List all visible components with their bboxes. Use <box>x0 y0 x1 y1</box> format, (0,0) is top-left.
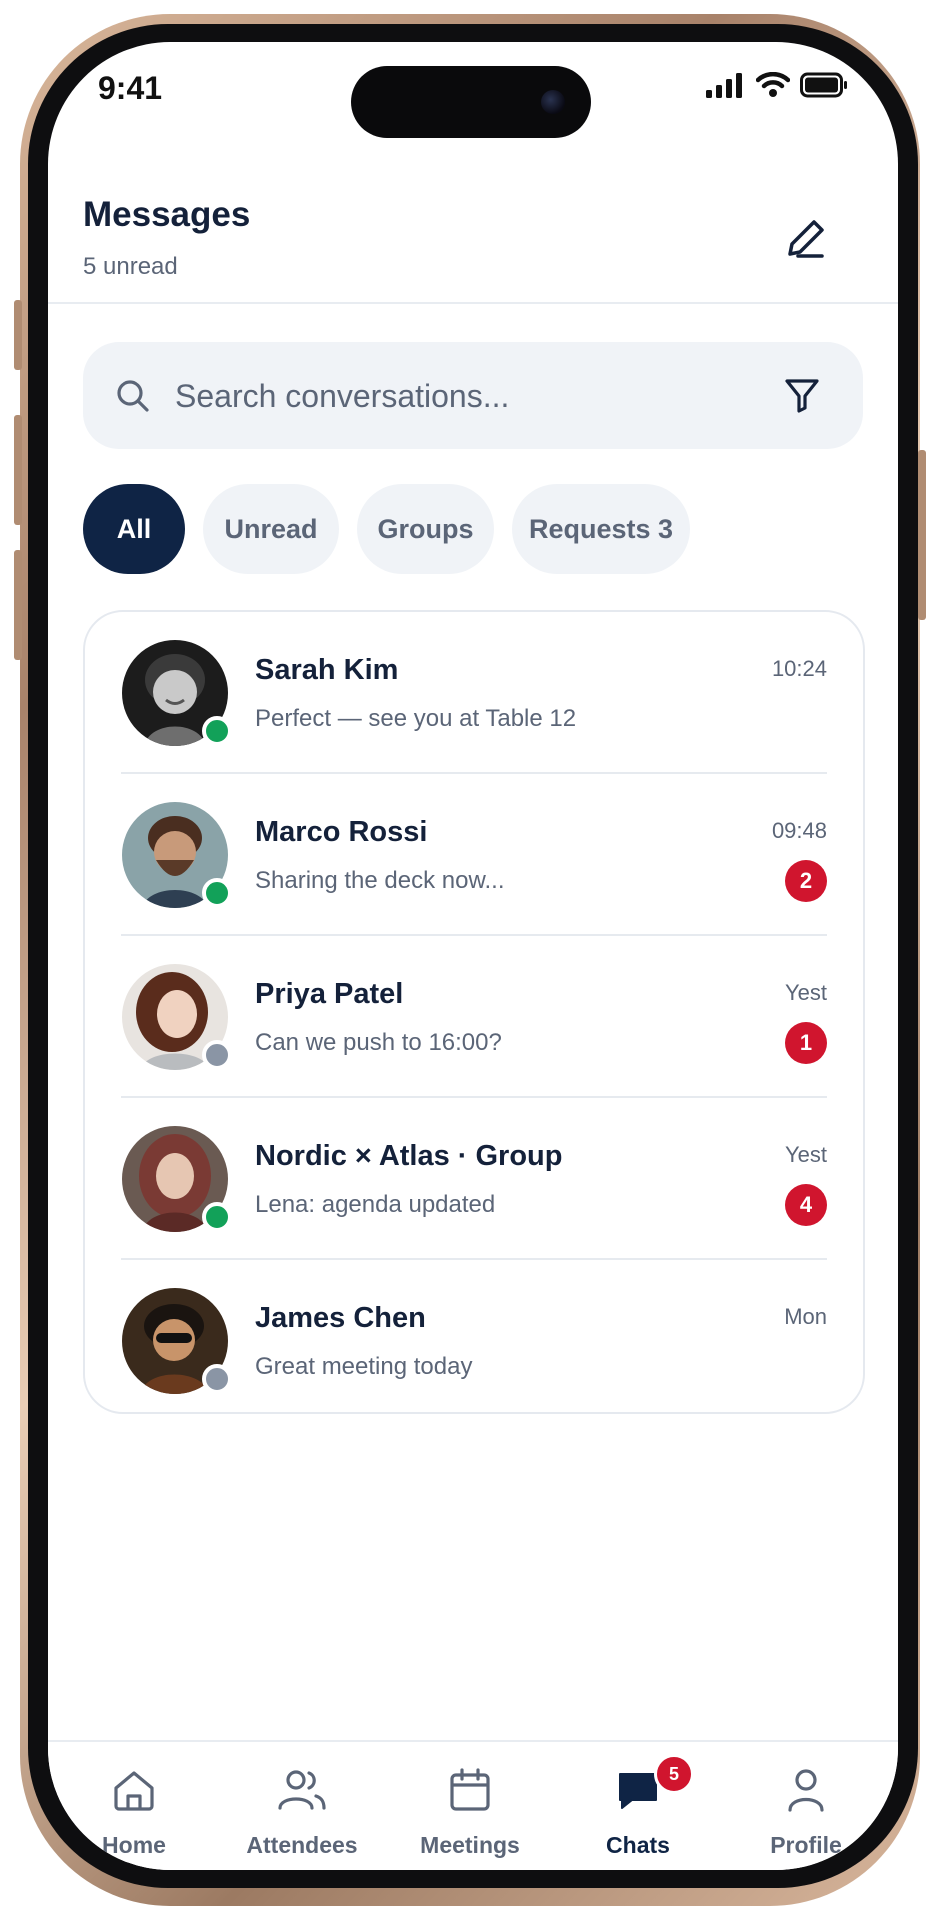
volume-up-button <box>14 415 22 525</box>
conversation-row[interactable]: Priya Patel Can we push to 16:00? Yest 1 <box>85 936 863 1098</box>
offline-indicator <box>202 1040 232 1070</box>
header: Messages 5 unread <box>48 152 898 304</box>
screen: 9:41 Messages 5 unread Search conversati… <box>48 42 898 1870</box>
nav-label: Meetings <box>420 1832 520 1858</box>
message-preview: Sharing the deck now... <box>255 867 505 894</box>
tab-label: All <box>116 513 152 544</box>
conversation-row[interactable]: Sarah Kim Perfect — see you at Table 12 … <box>85 612 863 774</box>
chats-badge: 5 <box>654 1754 694 1794</box>
message-time: 09:48 <box>771 818 827 843</box>
conversation-list: Sarah Kim Perfect — see you at Table 12 … <box>83 610 865 1414</box>
nav-home[interactable]: Home <box>64 1760 204 1860</box>
nav-label: Home <box>102 1832 166 1858</box>
unread-badge: 4 <box>785 1184 827 1226</box>
conversation-row[interactable]: James Chen Great meeting today Mon <box>85 1260 863 1422</box>
message-time: Yest <box>784 1142 827 1167</box>
tab-label: Groups <box>377 513 474 544</box>
unread-badge: 1 <box>785 1022 827 1064</box>
message-preview: Lena: agenda updated <box>255 1191 496 1218</box>
offline-indicator <box>202 1364 232 1394</box>
calendar-icon <box>450 1768 490 1811</box>
message-time: 10:24 <box>771 656 827 681</box>
filter-tabs: All Unread Groups Requests 3 <box>83 484 690 574</box>
person-icon <box>788 1769 824 1812</box>
nav-label: Profile <box>770 1832 842 1858</box>
tab-groups[interactable]: Groups <box>357 484 494 574</box>
tab-all[interactable]: All <box>83 484 185 574</box>
action-button <box>14 300 22 370</box>
status-icons <box>706 72 848 98</box>
wifi-icon <box>756 72 790 97</box>
contact-name: James Chen <box>255 1302 426 1334</box>
message-time: Yest <box>784 980 827 1005</box>
message-preview: Perfect — see you at Table 12 <box>255 705 577 732</box>
tab-unread[interactable]: Unread <box>203 484 339 574</box>
message-preview: Can we push to 16:00? <box>255 1029 502 1056</box>
battery-icon <box>800 72 847 98</box>
contact-name: Sarah Kim <box>255 654 399 686</box>
conversation-row[interactable]: Marco Rossi Sharing the deck now... 09:4… <box>85 774 863 936</box>
unread-count: 5 unread <box>83 253 178 280</box>
online-indicator <box>202 878 232 908</box>
pencil-icon <box>788 220 824 258</box>
message-preview: Great meeting today <box>255 1353 473 1380</box>
tab-label: Unread <box>224 513 318 544</box>
compose-button[interactable] <box>778 210 834 266</box>
tab-requests[interactable]: Requests 3 <box>512 484 690 574</box>
status-bar: 9:41 <box>48 42 898 152</box>
nav-attendees[interactable]: Attendees <box>232 1760 372 1860</box>
search-bar[interactable] <box>83 342 863 449</box>
home-icon <box>114 1771 154 1811</box>
contact-name: Nordic × Atlas · Group <box>255 1140 563 1172</box>
online-indicator <box>202 1202 232 1232</box>
tab-label: Requests 3 <box>528 513 674 544</box>
search-input[interactable] <box>173 370 737 422</box>
dynamic-island <box>351 66 591 138</box>
volume-down-button <box>14 550 22 660</box>
users-icon <box>278 1770 326 1810</box>
nav-profile[interactable]: Profile <box>736 1760 876 1860</box>
page-title: Messages <box>83 195 251 234</box>
nav-chats[interactable]: 5 Chats <box>568 1754 708 1860</box>
online-indicator <box>202 716 232 746</box>
status-time: 9:41 <box>98 70 163 106</box>
nav-label: Chats <box>606 1832 670 1858</box>
message-time: Mon <box>784 1304 827 1329</box>
unread-badge: 2 <box>785 860 827 902</box>
bottom-nav: Home Attendees Meetings 5 Chats Profile <box>48 1740 898 1870</box>
nav-meetings[interactable]: Meetings <box>400 1760 540 1860</box>
conversation-row[interactable]: Nordic × Atlas · Group Lena: agenda upda… <box>85 1098 863 1260</box>
camera-icon <box>541 90 565 114</box>
search-icon <box>117 380 149 412</box>
contact-name: Marco Rossi <box>255 816 428 848</box>
nav-label: Attendees <box>246 1832 358 1858</box>
filter-icon[interactable] <box>783 376 821 414</box>
contact-name: Priya Patel <box>255 978 404 1010</box>
signal-icon <box>706 73 742 98</box>
power-button <box>918 450 926 620</box>
